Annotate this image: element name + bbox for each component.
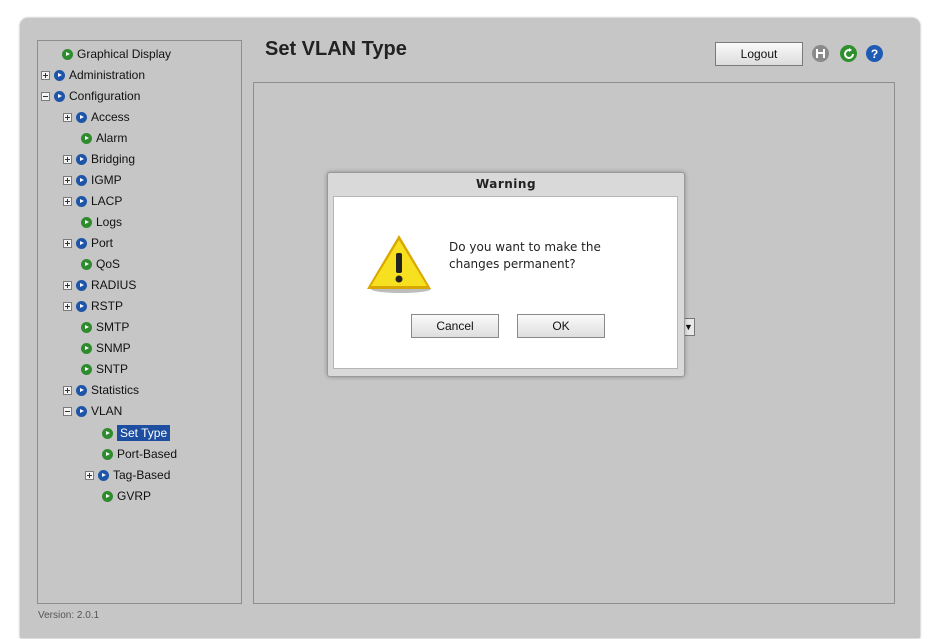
refresh-icon[interactable] [840,45,857,62]
tree-item-label: Port-Based [117,447,178,461]
tree-item-qos[interactable]: QoS [81,255,120,273]
tree-item-sntp[interactable]: SNTP [81,360,128,378]
leaf-bullet-icon [81,132,92,144]
leaf-bullet-icon [81,321,92,333]
tree-item-lacp[interactable]: LACP [63,192,122,210]
tree-item-label: SMTP [96,320,130,334]
tree-item-igmp[interactable]: IGMP [63,171,122,189]
dialog-message-line: Do you want to make the [449,240,601,254]
tree-item-label-selected: Set Type [117,425,171,441]
tree-item-label: Port [91,236,114,250]
folder-bullet-icon [76,195,87,207]
tree-item-administration[interactable]: Administration [41,66,145,84]
tree-item-label: VLAN [91,404,123,418]
dialog-body: Do you want to make the changes permanen… [333,196,678,369]
tree-item-label: SNTP [96,362,129,376]
tree-item-port-based[interactable]: Port-Based [102,445,177,463]
tree-item-label: Logs [96,215,123,229]
tree-item-logs[interactable]: Logs [81,213,122,231]
tree-item-snmp[interactable]: SNMP [81,339,131,357]
warning-dialog: Warning Do you want to make the changes … [327,172,685,377]
folder-bullet-icon [76,174,87,186]
tree-item-graphical-display[interactable]: Graphical Display [62,45,171,63]
folder-bullet-icon [54,69,65,81]
tree-item-label: Bridging [91,152,136,166]
leaf-bullet-icon [81,216,92,228]
expand-icon[interactable] [63,175,72,185]
expand-icon[interactable] [63,301,72,311]
leaf-bullet-icon [62,48,73,60]
tree-item-configuration[interactable]: Configuration [41,87,140,105]
folder-bullet-icon [76,405,87,417]
tree-item-label: SNMP [96,341,131,355]
tree-item-bridging[interactable]: Bridging [63,150,135,168]
dialog-message: Do you want to make the changes permanen… [449,239,649,273]
tree-item-label: GVRP [117,489,152,503]
folder-bullet-icon [76,384,87,396]
logout-button[interactable]: Logout [715,42,803,66]
collapse-icon[interactable] [63,406,72,416]
tree-item-port[interactable]: Port [63,234,113,252]
tree-item-label: RADIUS [91,278,137,292]
collapse-icon[interactable] [41,91,50,101]
folder-bullet-icon [98,469,109,481]
leaf-bullet-icon [81,342,92,354]
tree-item-label: Graphical Display [77,47,172,61]
leaf-bullet-icon [102,448,113,460]
folder-bullet-icon [76,237,87,249]
tree-item-label: Alarm [96,131,128,145]
tree-item-label: Tag-Based [113,468,171,482]
tree-item-rstp[interactable]: RSTP [63,297,123,315]
folder-bullet-icon [54,90,65,102]
expand-icon[interactable] [85,470,94,480]
tree-item-access[interactable]: Access [63,108,130,126]
dialog-title: Warning [475,177,537,191]
expand-icon[interactable] [63,280,72,290]
warning-icon [363,233,433,298]
expand-icon[interactable] [63,196,72,206]
expand-icon[interactable] [63,154,72,164]
tree-item-label: LACP [91,194,123,208]
tree-item-set-type[interactable]: Set Type [102,424,171,442]
leaf-bullet-icon [81,258,92,270]
tree-item-label: QoS [96,257,121,271]
folder-bullet-icon [76,111,87,123]
help-icon[interactable]: ? [866,45,883,62]
tree-item-statistics[interactable]: Statistics [63,381,139,399]
tree-item-smtp[interactable]: SMTP [81,318,129,336]
ok-button[interactable]: OK [517,314,605,338]
expand-icon[interactable] [63,385,72,395]
version-label: Version: 2.0.1 [38,610,100,621]
tree-item-label: RSTP [91,299,124,313]
expand-icon[interactable] [63,112,72,122]
tree-item-label: Configuration [69,89,141,103]
tree-item-label: Administration [69,68,146,82]
dialog-message-line: changes permanent? [449,257,576,271]
leaf-bullet-icon [81,363,92,375]
leaf-bullet-icon [102,490,113,502]
tree-item-gvrp[interactable]: GVRP [102,487,151,505]
folder-bullet-icon [76,300,87,312]
tree-item-label: Access [91,110,130,124]
page-title: Set VLAN Type [265,38,407,60]
expand-icon[interactable] [41,70,50,80]
leaf-bullet-icon [102,427,113,439]
tree-item-label: IGMP [91,173,122,187]
tree-item-radius[interactable]: RADIUS [63,276,136,294]
folder-bullet-icon [76,279,87,291]
folder-bullet-icon [76,153,87,165]
expand-icon[interactable] [63,238,72,248]
save-icon[interactable] [812,45,829,62]
tree-item-alarm[interactable]: Alarm [81,129,127,147]
tree-item-tag-based[interactable]: Tag-Based [85,466,170,484]
tree-item-label: Statistics [91,383,140,397]
tree-item-vlan[interactable]: VLAN [63,402,122,420]
cancel-button[interactable]: Cancel [411,314,499,338]
